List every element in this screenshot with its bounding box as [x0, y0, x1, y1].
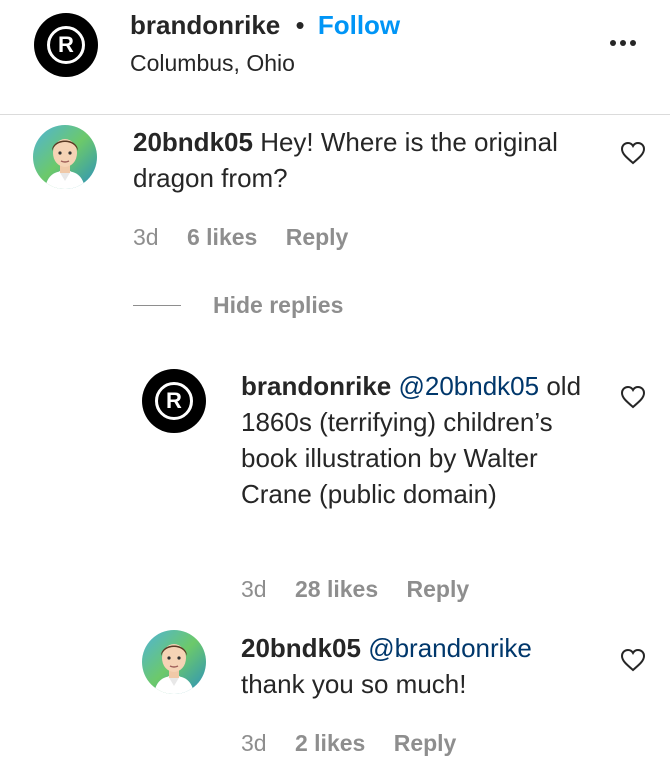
user-avatar-icon [142, 630, 206, 694]
ellipsis-icon [610, 40, 636, 46]
post-location[interactable]: Columbus, Ohio [130, 48, 295, 78]
reply-age: 3d [241, 730, 267, 756]
r-logo-icon: R [47, 26, 85, 64]
comment-meta: 3d 6 likes Reply [133, 224, 370, 251]
reply-reply-button[interactable]: Reply [394, 730, 457, 756]
follow-button[interactable]: Follow [318, 10, 400, 40]
comment-username[interactable]: 20bndk05 [133, 127, 253, 157]
reply-reply-button[interactable]: Reply [407, 576, 470, 602]
heart-icon [620, 385, 646, 409]
comment-likes[interactable]: 6 likes [187, 224, 257, 250]
reply-age: 3d [241, 576, 267, 602]
reply-username[interactable]: brandonrike [241, 371, 391, 401]
like-reply-button[interactable] [620, 648, 646, 677]
reply-body: 20bndk05 @brandonrike thank you so much! [241, 630, 591, 702]
reply-author-avatar[interactable] [142, 630, 206, 694]
reply-meta: 3d 2 likes Reply [241, 730, 478, 757]
heart-icon [620, 141, 646, 165]
comment-reply-button[interactable]: Reply [286, 224, 349, 250]
separator-dot: • [295, 10, 305, 40]
heart-icon [620, 648, 646, 672]
user-avatar-icon [33, 125, 97, 189]
like-comment-button[interactable] [620, 141, 646, 170]
reply-username[interactable]: 20bndk05 [241, 633, 361, 663]
reply-likes[interactable]: 28 likes [295, 576, 378, 602]
reply-body: brandonrike @20bndk05 old 1860s (terrify… [241, 368, 591, 512]
reply-likes[interactable]: 2 likes [295, 730, 365, 756]
reply-author-avatar[interactable]: R [142, 369, 206, 433]
reply-mention[interactable]: @brandonrike [368, 633, 532, 663]
header-divider [0, 114, 670, 115]
reply-text: thank you so much! [241, 669, 467, 699]
hide-replies-button[interactable]: Hide replies [213, 292, 343, 319]
reply-mention[interactable]: @20bndk05 [398, 371, 539, 401]
commenter-avatar[interactable] [33, 125, 97, 189]
r-logo-icon: R [155, 382, 193, 420]
header-title-row: brandonrike • Follow [130, 8, 400, 42]
post-author-username[interactable]: brandonrike [130, 10, 280, 40]
replies-line [133, 305, 181, 306]
comment-age: 3d [133, 224, 159, 250]
like-reply-button[interactable] [620, 385, 646, 414]
comment-body: 20bndk05 Hey! Where is the original drag… [133, 124, 563, 196]
reply-meta: 3d 28 likes Reply [241, 576, 491, 603]
post-author-avatar[interactable]: R [34, 13, 98, 77]
more-options-button[interactable] [608, 28, 638, 58]
